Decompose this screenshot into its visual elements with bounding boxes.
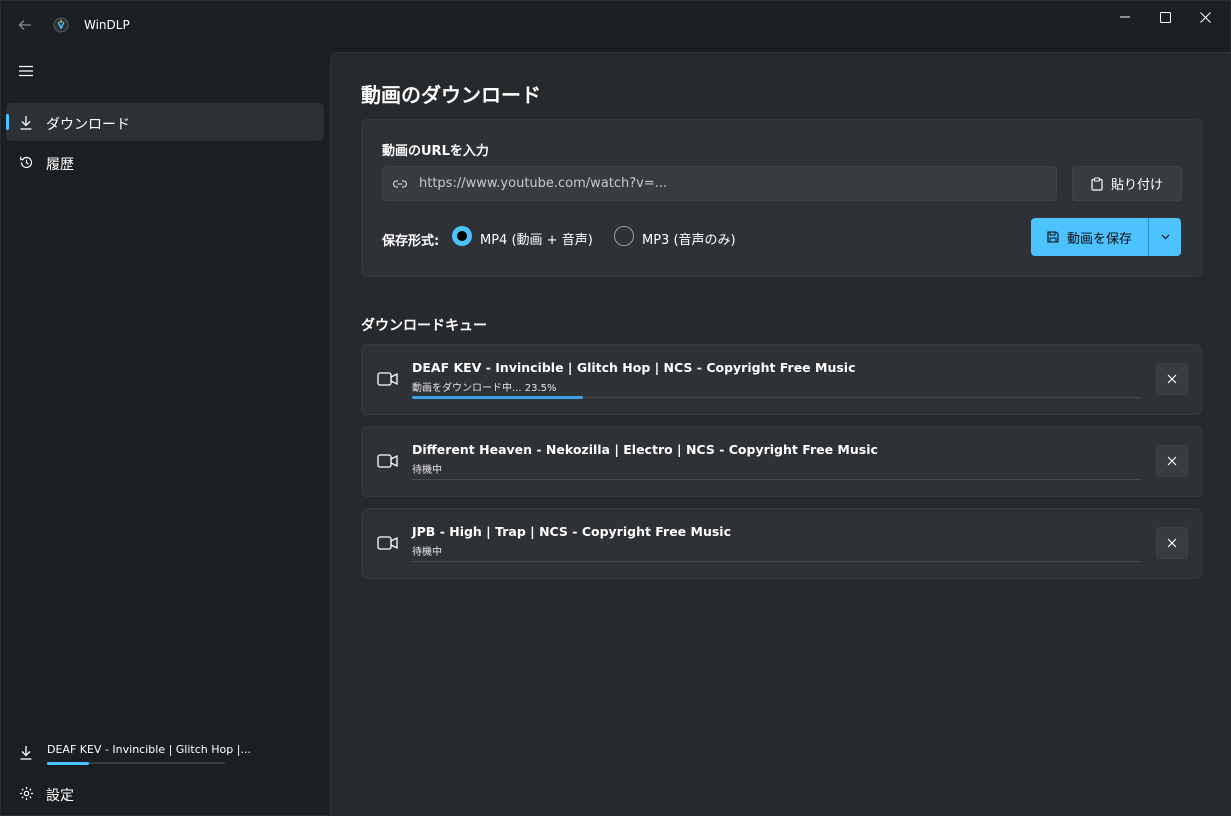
- close-icon: [1199, 11, 1211, 23]
- hamburger-menu-icon: [19, 65, 33, 77]
- selection-indicator: [6, 114, 9, 130]
- video-camera-icon: [377, 370, 399, 388]
- app-window: WinDLP ダウンロード 履歴 DEAF KEV - Invincible |…: [0, 0, 1231, 816]
- url-label: 動画のURLを入力: [382, 144, 489, 159]
- download-form-card: 動画のURLを入力 https://www.youtube.com/watch?…: [361, 119, 1202, 277]
- download-icon: [18, 744, 34, 760]
- sidebar-item-label: ダウンロード: [46, 117, 130, 133]
- save-video-split-button: 動画を保存: [1031, 218, 1181, 256]
- sidebar-item-download[interactable]: ダウンロード: [6, 103, 324, 141]
- video-camera-icon: [377, 534, 399, 552]
- queue-item-title: DEAF KEV - Invincible | Glitch Hop | NCS…: [412, 360, 856, 375]
- mp3-radio[interactable]: [614, 226, 634, 246]
- video-camera-icon: [377, 452, 399, 470]
- paste-button[interactable]: 貼り付け: [1072, 166, 1182, 201]
- queue-item-progress: [412, 561, 1140, 562]
- current-download-title: DEAF KEV - Invincible | Glitch Hop |...: [47, 743, 251, 756]
- queue-item-title: Different Heaven - Nekozilla | Electro |…: [412, 442, 878, 457]
- queue-item: Different Heaven - Nekozilla | Electro |…: [361, 426, 1202, 497]
- remove-queue-item-button[interactable]: [1156, 527, 1188, 559]
- save-video-button-label: 動画を保存: [1066, 231, 1132, 247]
- format-label: 保存形式:: [382, 234, 440, 249]
- link-icon: [393, 177, 407, 191]
- close-icon: [1167, 538, 1177, 548]
- url-input-value: https://www.youtube.com/watch?v=...: [419, 176, 668, 191]
- minimize-button[interactable]: [1105, 1, 1145, 33]
- main-content: 動画のダウンロード 動画のURLを入力 https://www.youtube.…: [330, 52, 1231, 816]
- chevron-down-icon: [1161, 234, 1169, 240]
- download-icon: [18, 114, 34, 130]
- current-download-progress: [47, 761, 225, 765]
- mp3-radio-label[interactable]: MP3 (音声のみ): [642, 229, 736, 248]
- sidebar-item-label: 履歴: [46, 157, 74, 173]
- sidebar-item-history[interactable]: 履歴: [6, 143, 324, 181]
- app-logo-icon: [53, 17, 69, 33]
- progress-fill: [47, 761, 89, 765]
- close-window-button[interactable]: [1185, 1, 1225, 33]
- back-button[interactable]: [11, 11, 39, 39]
- sidebar-current-download[interactable]: DEAF KEV - Invincible | Glitch Hop |...: [6, 736, 324, 776]
- clipboard-icon: [1091, 176, 1103, 191]
- back-arrow-icon: [18, 20, 31, 30]
- queue-item: DEAF KEV - Invincible | Glitch Hop | NCS…: [361, 344, 1202, 415]
- save-disk-icon: [1047, 231, 1059, 243]
- queue-item-progress: [412, 396, 1140, 399]
- page-title: 動画のダウンロード: [361, 83, 541, 107]
- queue-item-title: JPB - High | Trap | NCS - Copyright Free…: [412, 524, 731, 539]
- queue-item-status: 待機中: [412, 547, 442, 558]
- app-title: WinDLP: [84, 18, 130, 32]
- maximize-button[interactable]: [1145, 1, 1185, 33]
- save-options-dropdown[interactable]: [1149, 218, 1181, 256]
- url-input[interactable]: https://www.youtube.com/watch?v=...: [382, 166, 1057, 201]
- mp4-radio[interactable]: [452, 226, 472, 246]
- save-video-button[interactable]: 動画を保存: [1031, 218, 1148, 256]
- remove-queue-item-button[interactable]: [1156, 445, 1188, 477]
- mp4-radio-label[interactable]: MP4 (動画 + 音声): [480, 229, 593, 248]
- queue-item-progress: [412, 479, 1140, 480]
- sidebar-item-label: 設定: [46, 788, 74, 804]
- queue-item: JPB - High | Trap | NCS - Copyright Free…: [361, 508, 1202, 579]
- queue-title: ダウンロードキュー: [361, 318, 487, 334]
- maximize-icon: [1159, 11, 1171, 23]
- close-icon: [1167, 374, 1177, 384]
- gear-icon: [18, 785, 34, 801]
- title-bar: WinDLP: [1, 1, 1231, 49]
- remove-queue-item-button[interactable]: [1156, 363, 1188, 395]
- history-icon: [18, 154, 34, 170]
- queue-item-status: 動画をダウンロード中... 23.5%: [412, 383, 557, 394]
- progress-fill: [412, 396, 584, 399]
- paste-button-label: 貼り付け: [1110, 178, 1163, 193]
- menu-toggle-button[interactable]: [11, 57, 41, 85]
- close-icon: [1167, 456, 1177, 466]
- minimize-icon: [1120, 16, 1130, 18]
- sidebar-item-settings[interactable]: 設定: [6, 774, 324, 812]
- queue-item-status: 待機中: [412, 465, 442, 476]
